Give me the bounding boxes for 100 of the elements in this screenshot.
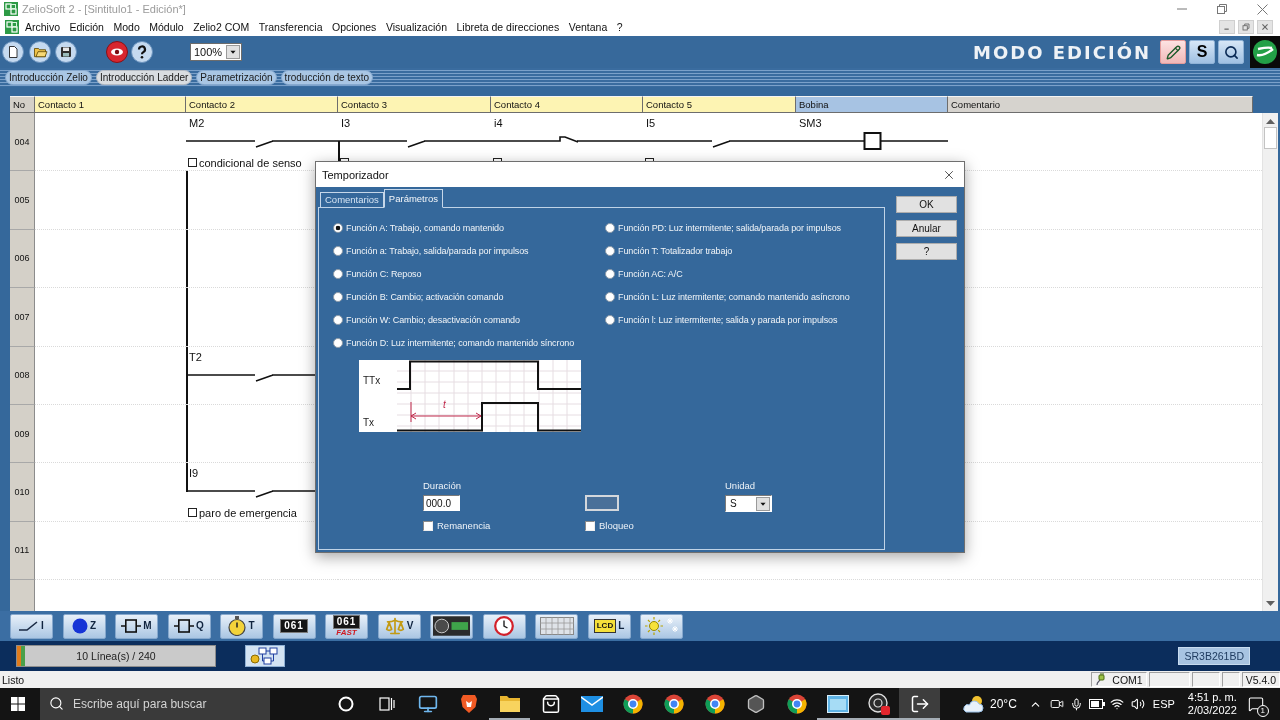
microphone-icon[interactable] (1069, 697, 1083, 711)
checkbox[interactable] (585, 521, 595, 531)
radio-button[interactable] (333, 268, 343, 279)
exit-icon (909, 694, 930, 714)
menu-item[interactable]: Zelio2 COM (193, 21, 250, 33)
version-label: V5.4.0 (1245, 673, 1276, 686)
text-tool-button[interactable] (535, 613, 578, 639)
radio-button[interactable] (333, 291, 343, 302)
lcd-display: LCD (593, 619, 617, 633)
unit-select[interactable]: S (725, 495, 772, 512)
close-icon[interactable] (1257, 3, 1268, 15)
help-icon[interactable] (131, 41, 153, 63)
duration-input[interactable]: 000.0 (423, 495, 460, 511)
column-header: Contacto 4 (491, 96, 643, 113)
checkbox-label: Remanencia (437, 521, 491, 531)
checkbox-label: Bloqueo (599, 521, 634, 531)
radio-button[interactable] (333, 337, 343, 348)
counter-display: 061 (332, 615, 361, 629)
notification-icon[interactable] (1247, 696, 1264, 712)
fast-counter-tool-button[interactable]: 061 FAST (325, 613, 368, 639)
analog-tool-button[interactable] (430, 613, 473, 639)
grid-icon (539, 617, 574, 635)
simulation-mode-button[interactable]: S (1189, 40, 1215, 64)
shopping-bag-icon (540, 694, 561, 714)
speaker-icon[interactable] (1130, 697, 1145, 711)
menu-item[interactable]: Transferencia (258, 21, 323, 33)
radio-button[interactable] (605, 222, 615, 233)
camera-icon[interactable] (1049, 697, 1064, 711)
menu-item[interactable]: Libreta de direcciones (456, 21, 560, 33)
backlight-tool-button[interactable] (640, 613, 683, 639)
radio-label: Función T: Totalizador trabajo (618, 245, 733, 256)
edit-mode-button[interactable] (1160, 40, 1186, 64)
radio-button[interactable] (605, 245, 615, 256)
zoom-select[interactable]: 100% (190, 43, 242, 61)
radio-button[interactable] (605, 314, 615, 325)
function-blocks-button[interactable] (245, 645, 285, 667)
menu-item[interactable]: ? (616, 21, 623, 33)
scroll-down-icon[interactable] (1266, 601, 1275, 606)
windows-logo-icon[interactable] (11, 697, 25, 711)
menu-item[interactable]: Opciones (332, 21, 377, 33)
contact-tool-button[interactable]: I (10, 613, 53, 639)
bit-tool-button[interactable]: Z (62, 613, 106, 639)
checkbox[interactable] (423, 521, 433, 531)
save-icon[interactable] (55, 41, 77, 63)
cancel-button[interactable]: Anular (896, 219, 957, 237)
wifi-icon[interactable] (1109, 697, 1124, 711)
new-file-icon[interactable] (2, 41, 24, 63)
scroll-thumb[interactable] (1264, 127, 1277, 149)
radio-label: Función a: Trabajo, salida/parada por impulsos (346, 245, 529, 256)
window-icon (826, 695, 849, 713)
scroll-up-icon[interactable] (1266, 119, 1275, 124)
pencil-icon (1165, 44, 1181, 60)
clock-tool-button[interactable] (482, 613, 526, 639)
dialog-tab[interactable]: Comentarios (320, 192, 384, 207)
coil-label: SM3 (799, 117, 822, 129)
display-tool-button[interactable]: LCD L (587, 613, 631, 639)
radio-button[interactable] (333, 245, 343, 256)
ok-button[interactable]: OK (896, 196, 957, 213)
restore-icon[interactable] (1217, 4, 1227, 14)
taskbar-button[interactable] (899, 688, 940, 720)
radio-label: Función C: Reposo (346, 268, 422, 279)
help-button[interactable]: ? (896, 243, 957, 260)
clock-icon (494, 616, 514, 636)
radio-button[interactable] (605, 291, 615, 302)
radio-label: Función L: Luz intermitente; comando mantenido asíncrono (618, 291, 850, 302)
view-tab[interactable]: Introducción Ladder (95, 70, 193, 85)
notification-count: 1 (1256, 705, 1269, 717)
menu-item[interactable]: Ventana (568, 21, 608, 33)
battery-icon[interactable] (1088, 699, 1105, 709)
menu-item[interactable]: Visualización (385, 21, 447, 33)
counter-display: 061 (280, 619, 308, 633)
radio-button[interactable] (605, 268, 615, 279)
knob-display-icon (433, 616, 470, 636)
menu-item[interactable]: Modo (113, 21, 140, 33)
caret-icon[interactable] (226, 45, 240, 59)
view-tab[interactable]: Introducción Zelio (5, 70, 92, 85)
caret-icon[interactable] (756, 496, 770, 511)
eye-icon[interactable] (106, 41, 128, 63)
radio-button[interactable] (333, 314, 343, 325)
output-tool-button[interactable]: Q (167, 613, 211, 639)
scrollbar[interactable] (1262, 113, 1278, 611)
menu-item[interactable]: Archivo (25, 21, 60, 33)
timer-tool-button[interactable]: T (220, 613, 263, 639)
monitor-mode-button[interactable] (1218, 40, 1244, 64)
search-field[interactable]: Escribe aquí para buscar (40, 688, 270, 720)
view-tab[interactable]: troducción de texto (280, 70, 374, 85)
counter-tool-button[interactable]: 061 (272, 613, 316, 639)
menu-item[interactable]: Edición (69, 21, 104, 33)
radio-button[interactable] (333, 222, 343, 233)
coil-icon (121, 619, 142, 633)
view-tab[interactable]: Parametrización (196, 70, 277, 85)
relay-tool-button[interactable]: M (115, 613, 158, 639)
compare-tool-button[interactable]: V (377, 613, 421, 639)
language-indicator[interactable]: ESP (1152, 698, 1175, 710)
menu-item[interactable]: Módulo (149, 21, 184, 33)
folder-icon (498, 695, 521, 713)
restore-icon[interactable] (1238, 20, 1254, 34)
dialog-tab[interactable]: Parámetros (383, 189, 443, 208)
search-icon (1223, 44, 1239, 60)
open-folder-icon[interactable] (29, 41, 51, 63)
